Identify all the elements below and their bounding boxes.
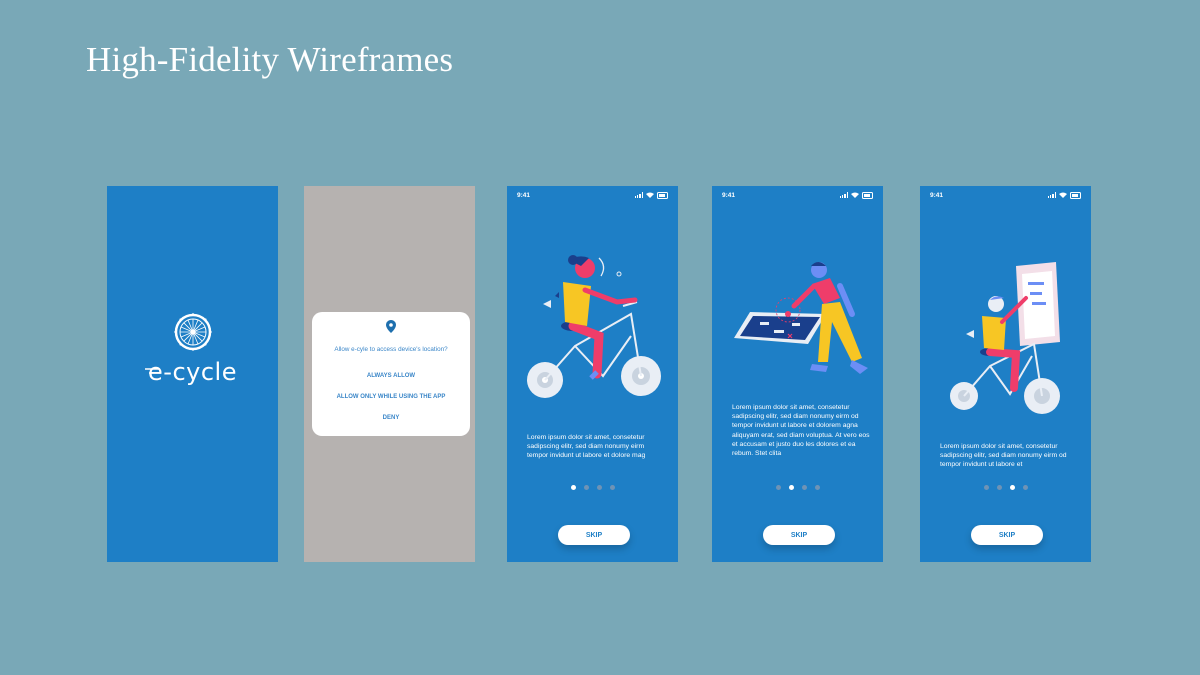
onboarding-description: Lorem ipsum dolor sit amet, consetetur s… bbox=[732, 404, 870, 458]
splash-screen: e-cycle bbox=[107, 186, 278, 562]
page-dot[interactable] bbox=[801, 485, 807, 490]
onboarding-description: Lorem ipsum dolor sit amet, consetetur s… bbox=[940, 443, 1067, 469]
page-dot[interactable] bbox=[996, 485, 1002, 490]
bicycle-wheel-icon bbox=[107, 312, 278, 357]
permission-question: Allow e-cyle to access device's location… bbox=[334, 346, 448, 353]
skip-button[interactable]: SKIP bbox=[763, 525, 835, 545]
onboarding-description: Lorem ipsum dolor sit amet, consetetur s… bbox=[527, 434, 646, 460]
page-dot[interactable] bbox=[583, 485, 589, 490]
cyclist-illustration bbox=[527, 255, 661, 398]
page-dot[interactable] bbox=[1009, 485, 1015, 490]
page-dot[interactable] bbox=[788, 485, 794, 490]
deny-button[interactable]: DENY bbox=[312, 415, 470, 421]
skip-button[interactable]: SKIP bbox=[971, 525, 1043, 545]
location-pin-icon bbox=[312, 320, 470, 338]
page-dot[interactable] bbox=[1022, 485, 1028, 490]
page-dot[interactable] bbox=[609, 485, 615, 490]
page-title: High-Fidelity Wireframes bbox=[86, 40, 454, 79]
onboarding-screen-1: 9:41 Lorem ipsum dolor sit amet, consete… bbox=[507, 186, 678, 562]
page-dot[interactable] bbox=[814, 485, 820, 490]
onboarding-screen-2: 9:41 Lorem ipsum dolor sit amet, consete… bbox=[712, 186, 883, 562]
page-dot[interactable] bbox=[570, 485, 576, 490]
allow-while-using-button[interactable]: ALLOW ONLY WHILE USING THE APP bbox=[312, 394, 470, 400]
always-allow-button[interactable]: ALWAYS ALLOW bbox=[312, 373, 470, 379]
pagination-dots bbox=[920, 485, 1091, 490]
cyclist-phone-illustration bbox=[950, 262, 1060, 414]
page-dot[interactable] bbox=[983, 485, 989, 490]
onboarding-screen-3: 9:41 Lorem ipsum dolor sit amet, consete… bbox=[920, 186, 1091, 562]
pagination-dots bbox=[712, 485, 883, 490]
map-tablet-illustration bbox=[734, 262, 868, 374]
page-dot[interactable] bbox=[775, 485, 781, 490]
skip-button[interactable]: SKIP bbox=[558, 525, 630, 545]
app-logo-text: e-cycle bbox=[107, 358, 278, 386]
pagination-dots bbox=[507, 485, 678, 490]
permission-dialog: Allow e-cyle to access device's location… bbox=[312, 312, 470, 436]
speed-lines-icon bbox=[145, 368, 161, 374]
location-permission-screen: Allow e-cyle to access device's location… bbox=[304, 186, 475, 562]
page-dot[interactable] bbox=[596, 485, 602, 490]
